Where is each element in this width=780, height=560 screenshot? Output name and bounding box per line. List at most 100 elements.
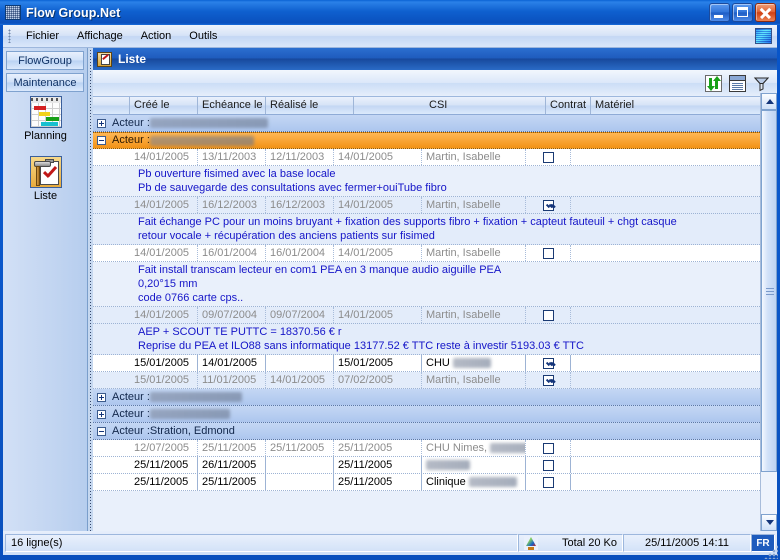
status-language-indicator[interactable]: FR (751, 534, 775, 552)
menu-drag-grip[interactable] (8, 29, 11, 43)
sidebar-item-liste[interactable]: Liste (3, 156, 88, 202)
cell-realise-le: 09/07/2004 (266, 307, 334, 323)
table-row[interactable]: 15/01/200511/01/200514/01/200507/02/2005… (93, 372, 760, 389)
application-window: Flow Group.Net Fichier Affichage Action … (0, 0, 780, 560)
menu-item-fichier[interactable]: Fichier (17, 28, 68, 44)
note-row[interactable]: Pb ouverture fisimed avec la base locale… (93, 166, 760, 197)
column-header-echeance-le[interactable]: Echéance le (198, 97, 266, 114)
menu-item-action[interactable]: Action (132, 28, 181, 44)
cell-realise-le: 16/12/2003 (266, 197, 334, 213)
group-row[interactable]: Acteur : Stration, Edmond (93, 423, 760, 440)
note-line: Fait échange PC pour un moins bruyant + … (93, 215, 760, 229)
menu-item-outils[interactable]: Outils (180, 28, 226, 44)
table-row[interactable]: 14/01/200509/07/200409/07/200414/01/2005… (93, 307, 760, 324)
contrat-checkbox[interactable] (543, 477, 554, 488)
contrat-checkbox[interactable] (543, 200, 554, 211)
group-row[interactable]: Acteur : (93, 389, 760, 406)
report-icon[interactable] (729, 75, 746, 92)
note-row[interactable]: Fait install transcam lecteur en com1 PE… (93, 262, 760, 307)
table-row[interactable]: 25/11/200526/11/200525/11/2005 (93, 457, 760, 474)
table-row[interactable]: 25/11/200525/11/200525/11/2005Clinique (93, 474, 760, 491)
cell-contrat[interactable] (526, 474, 571, 490)
cell-echeance-le: 25/11/2005 (198, 440, 266, 456)
group-row[interactable]: Acteur : (93, 406, 760, 423)
contrat-checkbox[interactable] (543, 152, 554, 163)
cell-date-4: 25/11/2005 (334, 440, 422, 456)
cell-contrat[interactable] (526, 197, 571, 213)
flowgroup-logo-icon (755, 28, 772, 44)
cell-date-4: 25/11/2005 (334, 457, 422, 473)
row-indent-cell (93, 355, 130, 371)
sidebar-item-liste-label: Liste (3, 190, 88, 202)
cell-contrat[interactable] (526, 307, 571, 323)
filter-funnel-icon[interactable] (753, 75, 770, 92)
column-header-indent[interactable] (93, 97, 130, 114)
column-header-materiel[interactable]: Matériel (591, 97, 760, 114)
row-indent-cell (93, 474, 130, 490)
cell-contrat[interactable] (526, 149, 571, 165)
contrat-checkbox[interactable] (543, 375, 554, 386)
expand-icon[interactable] (97, 393, 106, 402)
table-row[interactable]: 14/01/200516/01/200416/01/200414/01/2005… (93, 245, 760, 262)
menu-item-affichage[interactable]: Affichage (68, 28, 132, 44)
cell-echeance-le: 25/11/2005 (198, 474, 266, 490)
scroll-thumb[interactable] (761, 110, 777, 472)
scroll-track[interactable] (761, 110, 777, 514)
note-row[interactable]: AEP + SCOUT TE PUTTC = 18370.56 € rRepri… (93, 324, 760, 355)
minimize-button[interactable] (709, 3, 730, 22)
refresh-icon[interactable] (705, 75, 722, 92)
cell-cree-le: 15/01/2005 (130, 372, 198, 388)
cell-materiel (571, 372, 740, 388)
cell-contrat[interactable] (526, 355, 571, 371)
note-row[interactable]: Fait échange PC pour un moins bruyant + … (93, 214, 760, 245)
collapse-icon[interactable] (97, 427, 106, 436)
group-row[interactable]: Acteur : (93, 115, 760, 132)
table-row[interactable]: 14/01/200516/12/200316/12/200314/01/2005… (93, 197, 760, 214)
redacted-name (426, 460, 470, 470)
sidebar-item-planning[interactable]: Planning (3, 96, 88, 142)
cell-realise-le: 16/01/2004 (266, 245, 334, 261)
column-header-csi[interactable]: CSI (354, 97, 546, 114)
contrat-checkbox[interactable] (543, 443, 554, 454)
pane-toolbar (93, 70, 777, 97)
cell-contrat[interactable] (526, 457, 571, 473)
contrat-checkbox[interactable] (543, 358, 554, 369)
cell-cree-le: 14/01/2005 (130, 197, 198, 213)
expand-icon[interactable] (97, 119, 106, 128)
scroll-down-button[interactable] (761, 514, 777, 531)
redacted-name (453, 358, 491, 368)
vertical-scrollbar[interactable] (760, 93, 777, 531)
cell-contrat[interactable] (526, 440, 571, 456)
contrat-checkbox[interactable] (543, 248, 554, 259)
cell-materiel (571, 440, 740, 456)
sidebar-band-maintenance[interactable]: Maintenance (6, 73, 84, 92)
group-label: Acteur : (112, 115, 150, 132)
cell-csi: CHU Nimes, (422, 440, 526, 456)
column-header-realise-le[interactable]: Réalisé le (266, 97, 354, 114)
column-header-cree-le[interactable]: Créé le (130, 97, 198, 114)
cell-materiel (571, 307, 740, 323)
group-row[interactable]: Acteur : (93, 132, 760, 149)
cell-contrat[interactable] (526, 372, 571, 388)
column-header-contrat[interactable]: Contrat (546, 97, 591, 114)
table-row[interactable]: 15/01/200514/01/200515/01/2005CHU (93, 355, 760, 372)
cell-realise-le (266, 474, 334, 490)
row-indent-cell (93, 149, 130, 165)
table-row[interactable]: 12/07/200525/11/200525/11/200525/11/2005… (93, 440, 760, 457)
table-row[interactable]: 14/01/200513/11/200312/11/200314/01/2005… (93, 149, 760, 166)
cell-csi: Martin, Isabelle (422, 245, 526, 261)
cell-date-4: 14/01/2005 (334, 307, 422, 323)
close-button[interactable] (755, 3, 776, 22)
scroll-up-button[interactable] (761, 93, 777, 110)
note-line: Pb de sauvegarde des consultations avec … (93, 181, 760, 195)
maximize-button[interactable] (732, 3, 753, 22)
sidebar-band-flowgroup[interactable]: FlowGroup (6, 51, 84, 70)
cell-contrat[interactable] (526, 245, 571, 261)
contrat-checkbox[interactable] (543, 310, 554, 321)
row-indent-cell (93, 440, 130, 456)
client-area: FlowGroup Maintenance Planning (3, 48, 777, 531)
contrat-checkbox[interactable] (543, 460, 554, 471)
collapse-icon[interactable] (97, 136, 106, 145)
cell-cree-le: 12/07/2005 (130, 440, 198, 456)
expand-icon[interactable] (97, 410, 106, 419)
